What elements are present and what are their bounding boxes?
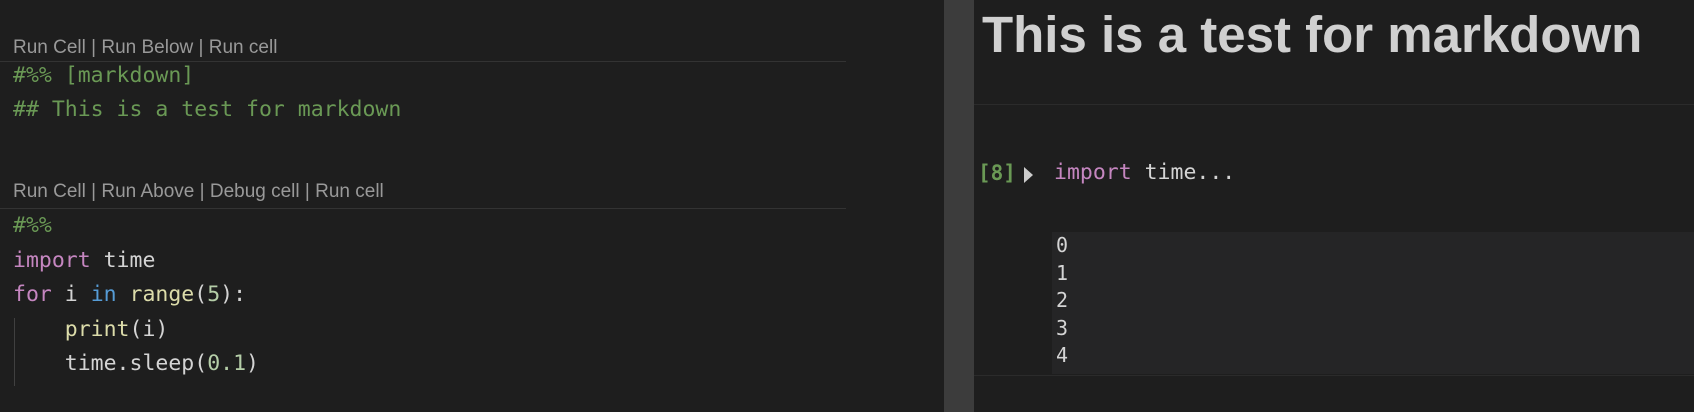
code-editor[interactable]: Run Cell | Run Below | Run cell #%% [mar…: [0, 0, 944, 412]
sleep-close-paren: ): [246, 351, 259, 376]
cell-output: 0 1 2 3 4: [1052, 232, 1694, 374]
print-function: print: [64, 317, 130, 342]
collapsed-code-rest: time...: [1131, 160, 1236, 185]
run-cell-lens-1[interactable]: Run Cell: [13, 37, 86, 58]
import-keyword: import: [13, 248, 91, 273]
lens-separator: |: [85, 37, 102, 58]
cell-divider: [974, 104, 1694, 105]
execution-count: [8]: [978, 161, 1016, 185]
output-divider: [974, 375, 1694, 376]
lens-separator: |: [194, 181, 210, 202]
code-line-cell-marker[interactable]: #%%: [13, 209, 52, 243]
run-cell-lens-2[interactable]: Run Cell: [13, 181, 86, 202]
loop-variable: i: [51, 282, 91, 307]
expand-toggle-icon[interactable]: [1024, 167, 1033, 183]
sleep-open-paren: (: [194, 351, 208, 376]
lens-separator: |: [299, 181, 316, 202]
in-keyword: in: [90, 282, 117, 307]
run-cell-lower-lens-1[interactable]: Run cell: [209, 37, 278, 58]
range-open-paren: (: [194, 282, 208, 307]
run-above-lens[interactable]: Run Above: [101, 181, 194, 202]
codelens-cell-2: Run Cell | Run Above | Debug cell | Run …: [13, 179, 384, 205]
codelens-cell-1: Run Cell | Run Below | Run cell: [13, 35, 277, 61]
lens-separator: |: [193, 37, 209, 58]
code-line-for-loop[interactable]: for i in | range(5):: [13, 278, 246, 312]
code-line-sleep[interactable]: time.sleep(0.1): [13, 347, 259, 381]
code-line-cell-marker-markdown[interactable]: #%% [markdown]: [13, 59, 194, 93]
pane-splitter[interactable]: [944, 0, 974, 412]
code-line-print[interactable]: print(i): [13, 313, 169, 347]
debug-cell-lens[interactable]: Debug cell: [210, 181, 300, 202]
run-below-lens[interactable]: Run Below: [101, 37, 193, 58]
collapsed-input-code[interactable]: import time...: [1054, 156, 1235, 190]
lens-separator: |: [85, 181, 102, 202]
import-keyword: import: [1054, 160, 1132, 185]
sleep-function: sleep: [129, 351, 195, 376]
range-close: ):: [220, 282, 247, 307]
sleep-argument: 0.1: [207, 351, 247, 376]
run-cell-lower-lens-2[interactable]: Run cell: [315, 181, 384, 202]
interactive-window: This is a test for markdown [8] import t…: [974, 0, 1694, 412]
output-text: 0 1 2 3 4: [1056, 233, 1069, 367]
module-name: time: [90, 248, 156, 273]
range-argument: 5: [207, 282, 221, 307]
for-keyword: for: [13, 282, 52, 307]
print-arguments: (i): [129, 317, 169, 342]
code-line-import[interactable]: import time: [13, 244, 155, 278]
range-function: range: [129, 282, 195, 307]
app-root: Run Cell | Run Below | Run cell #%% [mar…: [0, 0, 1694, 412]
cell-divider-2: [0, 208, 846, 209]
time-module: time.: [64, 351, 130, 376]
markdown-heading: This is a test for markdown: [982, 6, 1643, 63]
code-line-markdown-heading[interactable]: ## This is a test for markdown: [13, 93, 401, 127]
